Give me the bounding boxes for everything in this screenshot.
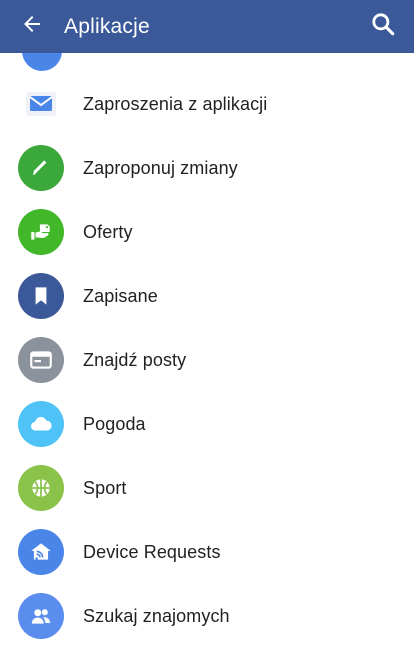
bookmark-icon [18, 273, 64, 319]
list-item-find-friends[interactable]: Szukaj znajomych [0, 584, 414, 648]
app-bar: Aplikacje [0, 0, 414, 53]
list-item-label: Pogoda [83, 413, 146, 434]
page-title: Aplikacje [64, 14, 150, 38]
envelope-icon [18, 81, 64, 127]
list-item-offers[interactable]: Oferty [0, 200, 414, 264]
list-item-app-invites[interactable]: Zaproszenia z aplikacji [0, 72, 414, 136]
list-item-label: Device Requests [83, 541, 221, 562]
home-wifi-icon [18, 529, 64, 575]
list-item-label: Sport [83, 477, 127, 498]
people-icon [18, 593, 64, 639]
pencil-icon [18, 145, 64, 191]
back-button[interactable] [0, 0, 64, 53]
cloud-icon [18, 401, 64, 447]
list-item-label: Zapisane [83, 285, 158, 306]
list-item-saved[interactable]: Zapisane [0, 264, 414, 328]
apps-screen: Aplikacje Zaproszenia z aplikacji Zaprop… [0, 0, 414, 650]
list-item-suggest-edits[interactable]: Zaproponuj zmiany [0, 136, 414, 200]
browser-window-icon [18, 337, 64, 383]
arrow-left-icon [20, 12, 44, 41]
ball-icon [18, 465, 64, 511]
list-item-find-posts[interactable]: Znajdź posty [0, 328, 414, 392]
search-button[interactable] [352, 0, 414, 53]
search-icon [370, 11, 396, 42]
list-item-label: Zaproszenia z aplikacji [83, 93, 268, 114]
list-item-device-requests[interactable]: Device Requests [0, 520, 414, 584]
list-item-label: Zaproponuj zmiany [83, 157, 238, 178]
offer-hand-icon [18, 209, 64, 255]
list-item-sport[interactable]: Sport [0, 456, 414, 520]
list-item-label: Szukaj znajomych [83, 605, 230, 626]
list-item-label: Oferty [83, 221, 133, 242]
list-item-label: Znajdź posty [83, 349, 187, 370]
list-item-weather[interactable]: Pogoda [0, 392, 414, 456]
